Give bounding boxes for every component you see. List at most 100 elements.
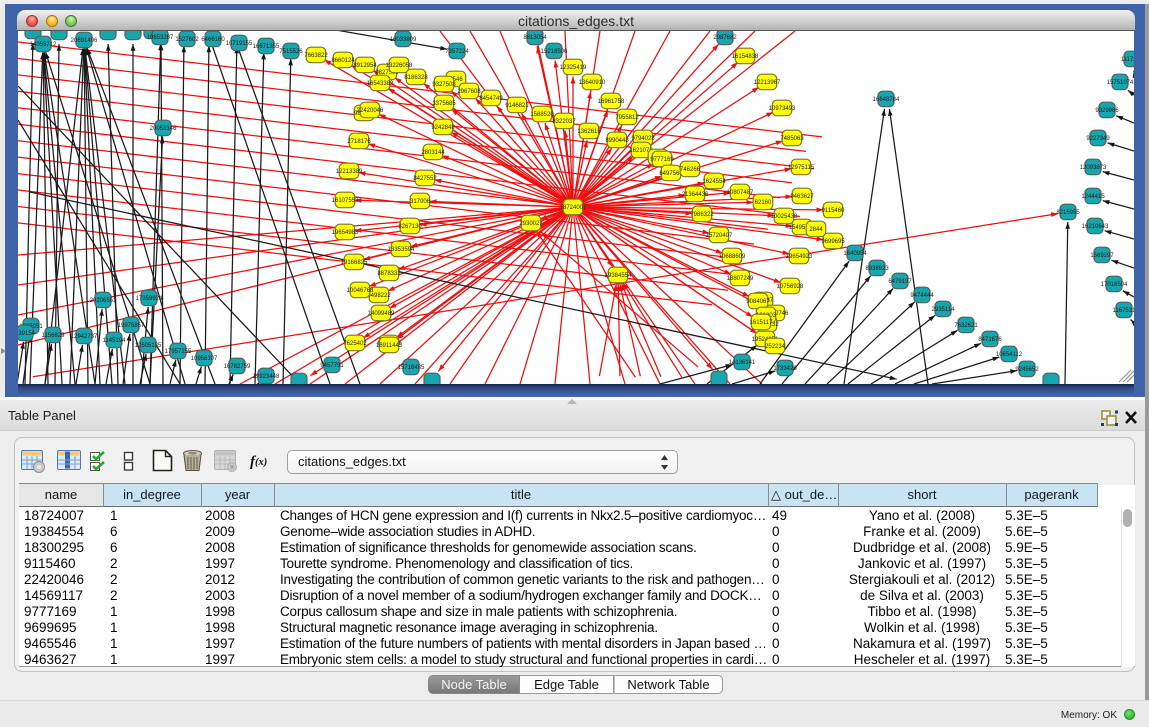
- svg-text:9327508: 9327508: [432, 82, 456, 88]
- svg-text:15716485: 15716485: [398, 365, 425, 371]
- svg-text:2087682: 2087682: [713, 35, 737, 41]
- svg-text:15720407: 15720407: [706, 233, 733, 239]
- svg-text:7485063: 7485063: [780, 136, 804, 142]
- svg-text:2718176: 2718176: [347, 139, 371, 145]
- svg-text:252234: 252234: [765, 344, 786, 350]
- svg-text:12325419: 12325419: [560, 65, 587, 71]
- svg-text:14099489: 14099489: [368, 311, 395, 317]
- svg-text:7986322: 7986322: [690, 212, 714, 218]
- svg-text:8267130: 8267130: [398, 224, 422, 230]
- svg-text:939154: 939154: [18, 331, 36, 337]
- svg-text:1167531: 1167531: [1113, 308, 1134, 314]
- svg-text:12505135: 12505135: [135, 343, 162, 349]
- svg-text:16154838: 16154838: [732, 54, 759, 60]
- svg-text:21364436: 21364436: [682, 192, 709, 198]
- svg-text:9084067: 9084067: [746, 299, 770, 305]
- svg-text:1588520: 1588520: [530, 112, 554, 118]
- svg-text:1569297: 1569297: [1090, 253, 1114, 259]
- svg-text:2935114: 2935114: [932, 307, 956, 313]
- svg-text:7625402: 7625402: [343, 341, 367, 347]
- svg-text:10719155: 10719155: [226, 41, 253, 47]
- svg-text:9794028: 9794028: [631, 136, 655, 142]
- svg-text:9474444: 9474444: [910, 293, 934, 299]
- svg-text:8215955: 8215955: [1056, 210, 1080, 216]
- svg-text:746266: 746266: [680, 167, 701, 173]
- svg-text:(x): (x): [255, 457, 267, 468]
- svg-text:13353594: 13353594: [388, 247, 415, 253]
- svg-text:1615117: 1615117: [750, 320, 774, 326]
- svg-text:14136141: 14136141: [729, 360, 756, 366]
- svg-text:10653287: 10653287: [147, 35, 174, 41]
- svg-text:19654923: 19654923: [786, 254, 813, 260]
- svg-text:8427552: 8427552: [413, 176, 437, 182]
- svg-text:8912954: 8912954: [353, 63, 377, 69]
- svg-text:16107553: 16107553: [332, 198, 359, 204]
- svg-text:7357224: 7357224: [445, 49, 469, 55]
- svg-text:14055712: 14055712: [30, 42, 57, 48]
- svg-text:12942737: 12942737: [71, 334, 98, 340]
- svg-text:62160: 62160: [755, 200, 772, 206]
- svg-text:1362615: 1362615: [577, 129, 601, 135]
- svg-text:10688609: 10688609: [719, 254, 746, 260]
- svg-text:15218506: 15218506: [541, 49, 568, 55]
- svg-text:12093873: 12093873: [1080, 165, 1107, 171]
- svg-text:8471676: 8471676: [978, 337, 1002, 343]
- svg-text:1117205: 1117205: [1121, 57, 1134, 63]
- svg-text:10756928: 10756928: [777, 284, 804, 290]
- svg-text:17957255: 17957255: [165, 349, 192, 355]
- svg-text:9245652: 9245652: [1015, 367, 1039, 373]
- svg-text:19654983: 19654983: [332, 230, 359, 236]
- svg-text:8322037: 8322037: [552, 119, 576, 125]
- svg-text:1156829: 1156829: [42, 333, 66, 339]
- svg-text:8813054: 8813054: [523, 35, 547, 41]
- svg-text:16911443: 16911443: [376, 343, 403, 349]
- svg-text:12975115: 12975115: [788, 165, 815, 171]
- svg-text:18724007: 18724007: [560, 205, 587, 211]
- svg-text:7663822: 7663822: [304, 53, 328, 59]
- svg-text:8660124: 8660124: [331, 58, 355, 64]
- svg-text:7955812: 7955812: [615, 115, 639, 121]
- svg-text:10958107: 10958107: [191, 356, 218, 362]
- svg-text:12213389: 12213389: [336, 169, 363, 175]
- svg-text:9699695: 9699695: [821, 239, 845, 245]
- svg-text:9227349: 9227349: [1086, 136, 1110, 142]
- svg-text:9329966: 9329966: [1095, 108, 1119, 114]
- svg-text:15751074: 15751074: [1107, 80, 1134, 86]
- svg-text:19975857: 19975857: [118, 323, 145, 329]
- svg-text:9115460: 9115460: [822, 208, 846, 214]
- svg-text:9242848: 9242848: [431, 125, 455, 131]
- svg-text:10973493: 10973493: [769, 106, 796, 112]
- svg-text:9463627: 9463627: [790, 194, 814, 200]
- svg-text:10654112: 10654112: [996, 352, 1023, 358]
- svg-text:9457791: 9457791: [320, 363, 344, 369]
- svg-text:8878332: 8878332: [377, 271, 401, 277]
- svg-text:9146821: 9146821: [505, 103, 529, 109]
- svg-text:16648784: 16648784: [873, 97, 900, 103]
- svg-text:16210643: 16210643: [1082, 224, 1109, 230]
- svg-text:1640954: 1640954: [843, 251, 867, 257]
- svg-text:8186328: 8186328: [404, 75, 428, 81]
- svg-text:12923448: 12923448: [253, 374, 280, 380]
- svg-text:1527602: 1527602: [175, 37, 199, 43]
- svg-text:2844: 2844: [809, 227, 823, 233]
- svg-text:317006: 317006: [410, 199, 431, 205]
- svg-text:20691406: 20691406: [71, 38, 98, 44]
- svg-text:16961758: 16961758: [598, 99, 625, 105]
- svg-text:6466160: 6466160: [201, 37, 225, 43]
- svg-text:1733426: 1733426: [773, 366, 797, 372]
- svg-text:17359924: 17359924: [136, 296, 163, 302]
- svg-text:17016504: 17016504: [1101, 282, 1128, 288]
- svg-text:6479197: 6479197: [888, 279, 912, 285]
- svg-text:8938923: 8938923: [865, 266, 889, 272]
- svg-text:16033809: 16033809: [390, 37, 417, 43]
- svg-text:19166825: 19166825: [341, 260, 368, 266]
- svg-text:16782759: 16782759: [224, 364, 251, 370]
- svg-text:2930027: 2930027: [519, 221, 543, 227]
- svg-text:8454749: 8454749: [479, 96, 503, 102]
- svg-text:10046768: 10046768: [347, 288, 374, 294]
- svg-text:16671355: 16671355: [253, 44, 280, 50]
- svg-text:2967608: 2967608: [457, 89, 481, 95]
- svg-text:1244415: 1244415: [1081, 194, 1105, 200]
- svg-text:22420046: 22420046: [357, 108, 384, 114]
- svg-text:9777169: 9777169: [650, 157, 674, 163]
